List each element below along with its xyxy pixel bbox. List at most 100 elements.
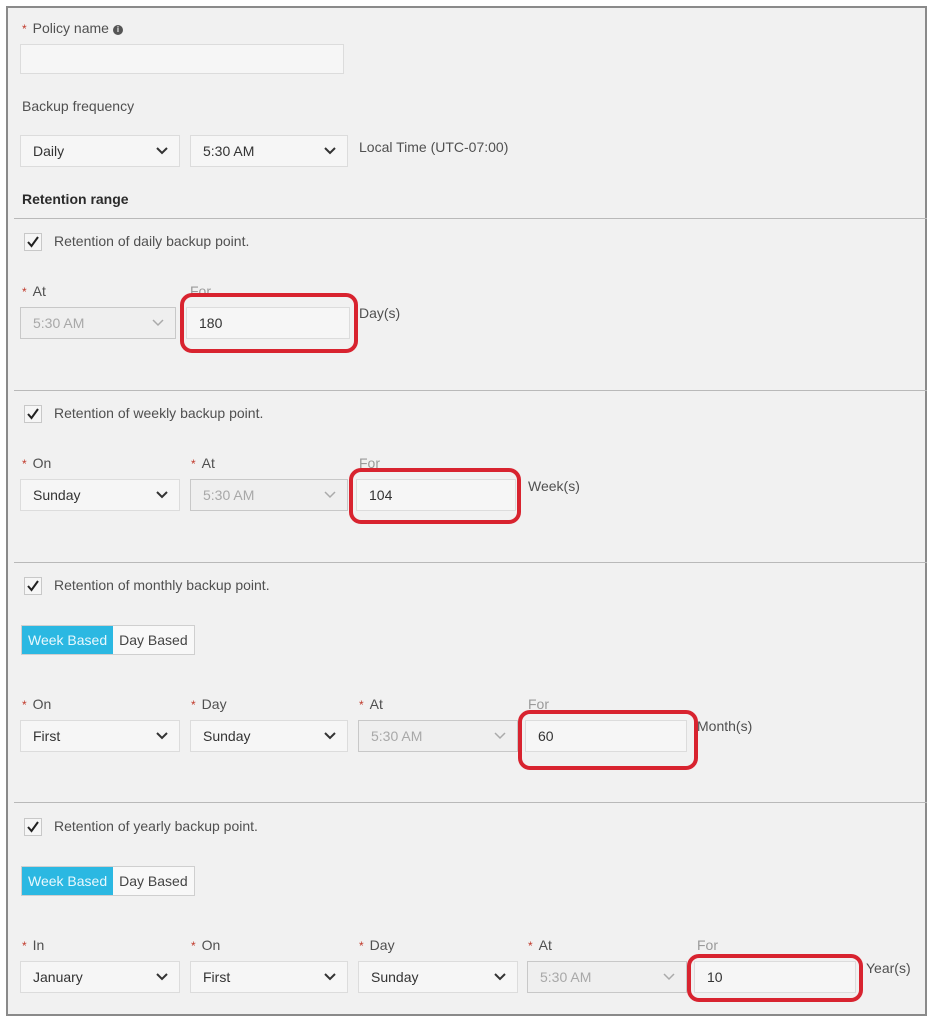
required-marker: *	[359, 939, 364, 953]
highlight-annotation	[687, 954, 863, 1002]
yearly-retention-label: Retention of yearly backup point.	[54, 818, 258, 834]
required-marker: *	[22, 939, 27, 953]
monthly-day-value: Sunday	[203, 728, 251, 744]
frequency-select[interactable]: Daily	[20, 135, 180, 167]
policy-name-input[interactable]	[20, 44, 344, 74]
required-marker: *	[191, 457, 196, 471]
frequency-time-select[interactable]: 5:30 AM	[190, 135, 348, 167]
divider	[14, 218, 927, 219]
required-marker: *	[528, 939, 533, 953]
divider	[14, 802, 927, 803]
monthly-day-select[interactable]: Sunday	[190, 720, 348, 752]
divider	[14, 390, 927, 391]
monthly-day-label: * Day	[191, 696, 227, 712]
monthly-on-value: First	[33, 728, 61, 744]
yearly-on-value: First	[203, 969, 231, 985]
week-based-option[interactable]: Week Based	[22, 626, 114, 654]
chevron-down-icon	[663, 973, 675, 981]
chevron-down-icon	[156, 973, 168, 981]
daily-at-label-text: At	[32, 283, 46, 299]
weekly-at-select[interactable]: 5:30 AM	[190, 479, 348, 511]
weekly-at-label: * At	[191, 455, 215, 471]
yearly-unit-label: Year(s)	[866, 960, 911, 976]
yearly-at-value: 5:30 AM	[540, 969, 592, 985]
yearly-for-label: For	[697, 937, 718, 953]
chevron-down-icon	[324, 147, 336, 155]
chevron-down-icon	[494, 732, 506, 740]
yearly-day-label-text: Day	[369, 937, 395, 953]
highlight-annotation	[180, 293, 358, 353]
weekly-on-label-text: On	[32, 455, 52, 471]
monthly-at-select[interactable]: 5:30 AM	[358, 720, 518, 752]
weekly-on-value: Sunday	[33, 487, 81, 503]
required-marker: *	[22, 285, 27, 299]
frequency-time-value: 5:30 AM	[203, 143, 255, 159]
highlight-annotation	[518, 710, 698, 770]
yearly-in-label: * In	[22, 937, 44, 953]
weekly-on-label: * On	[22, 455, 51, 471]
weekly-retention-label: Retention of weekly backup point.	[54, 405, 264, 421]
required-marker: *	[22, 457, 27, 471]
monthly-at-value: 5:30 AM	[371, 728, 423, 744]
chevron-down-icon	[152, 319, 164, 327]
chevron-down-icon	[156, 732, 168, 740]
weekly-retention-checkbox[interactable]	[24, 405, 42, 423]
monthly-day-label-text: Day	[201, 696, 227, 712]
weekly-on-select[interactable]: Sunday	[20, 479, 180, 511]
info-icon[interactable]: i	[112, 25, 123, 35]
yearly-basis-toggle: Week Based Day Based	[21, 866, 195, 896]
checkmark-icon	[27, 821, 39, 833]
yearly-at-label-text: At	[538, 937, 552, 953]
day-based-option[interactable]: Day Based	[113, 626, 193, 654]
chevron-down-icon	[324, 732, 336, 740]
backup-frequency-label: Backup frequency	[22, 98, 135, 114]
day-based-option[interactable]: Day Based	[113, 867, 193, 895]
weekly-at-label-text: At	[201, 455, 215, 471]
divider	[14, 562, 927, 563]
chevron-down-icon	[324, 491, 336, 499]
chevron-down-icon	[494, 973, 506, 981]
monthly-on-label-text: On	[32, 696, 52, 712]
yearly-on-select[interactable]: First	[190, 961, 348, 993]
monthly-at-label-text: At	[369, 696, 383, 712]
highlight-annotation	[349, 468, 521, 524]
monthly-on-label: * On	[22, 696, 51, 712]
required-marker: *	[359, 698, 364, 712]
frequency-value: Daily	[33, 143, 65, 159]
required-marker: *	[22, 22, 27, 36]
yearly-on-label-text: On	[201, 937, 221, 953]
weekly-unit-label: Week(s)	[528, 478, 580, 494]
weekly-at-value: 5:30 AM	[203, 487, 255, 503]
daily-retention-label: Retention of daily backup point.	[54, 233, 250, 249]
yearly-day-label: * Day	[359, 937, 395, 953]
yearly-in-label-text: In	[32, 937, 45, 953]
yearly-day-select[interactable]: Sunday	[358, 961, 518, 993]
monthly-basis-toggle: Week Based Day Based	[21, 625, 195, 655]
week-based-option[interactable]: Week Based	[22, 867, 114, 895]
checkmark-icon	[27, 408, 39, 420]
chevron-down-icon	[156, 147, 168, 155]
monthly-retention-label: Retention of monthly backup point.	[54, 577, 270, 593]
required-marker: *	[191, 939, 196, 953]
yearly-at-label: * At	[528, 937, 552, 953]
daily-at-label: * At	[22, 283, 46, 299]
monthly-at-label: * At	[359, 696, 383, 712]
required-marker: *	[191, 698, 196, 712]
timezone-label: Local Time (UTC-07:00)	[359, 139, 509, 155]
checkmark-icon	[27, 580, 39, 592]
daily-unit-label: Day(s)	[359, 305, 401, 321]
required-marker: *	[22, 698, 27, 712]
monthly-retention-checkbox[interactable]	[24, 577, 42, 595]
monthly-on-select[interactable]: First	[20, 720, 180, 752]
checkmark-icon	[27, 236, 39, 248]
yearly-on-label: * On	[191, 937, 220, 953]
yearly-at-select[interactable]: 5:30 AM	[527, 961, 687, 993]
daily-retention-checkbox[interactable]	[24, 233, 42, 251]
yearly-retention-checkbox[interactable]	[24, 818, 42, 836]
yearly-day-value: Sunday	[371, 969, 419, 985]
yearly-in-select[interactable]: January	[20, 961, 180, 993]
retention-range-heading: Retention range	[22, 191, 129, 207]
monthly-unit-label: Month(s)	[697, 718, 753, 734]
chevron-down-icon	[324, 973, 336, 981]
daily-at-select[interactable]: 5:30 AM	[20, 307, 176, 339]
